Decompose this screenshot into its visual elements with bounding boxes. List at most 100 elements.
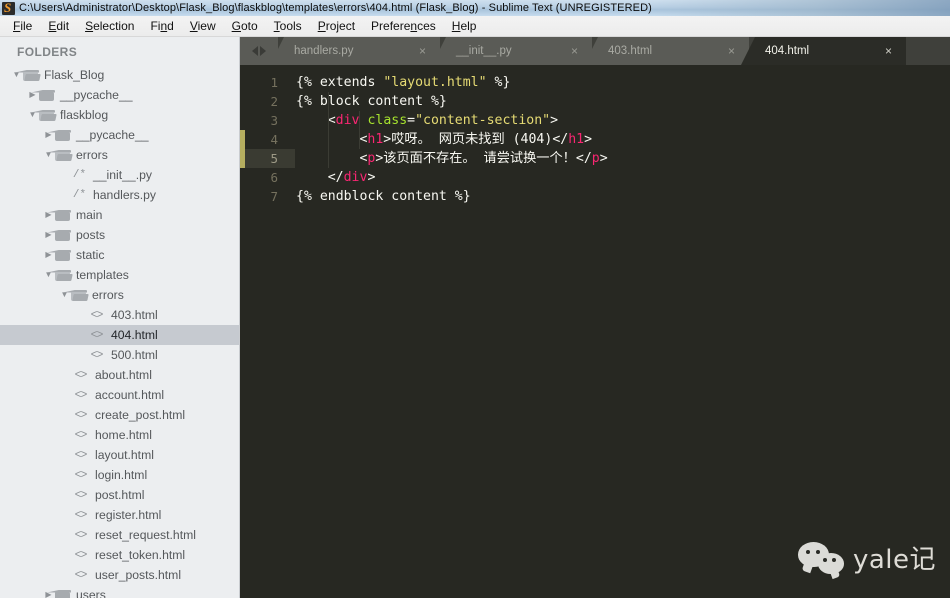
html-file-icon: <> [74,408,88,422]
chevron-down-icon[interactable]: ▼ [58,285,71,305]
tree-item--pycache-[interactable]: ▶ __pycache__ [0,125,239,145]
menu-item-preferences[interactable]: Preferences [363,17,444,35]
tree-item-flaskblog[interactable]: ▼ flaskblog [0,105,239,125]
code-line[interactable]: <p>该页面不存在。 请尝试换一个！</p> [359,149,607,168]
html-file-icon: <> [74,548,88,562]
chevron-down-icon[interactable]: ▼ [10,65,23,85]
menu-item-project[interactable]: Project [310,17,363,35]
tree-item-label: flaskblog [60,108,109,122]
tree-item-static[interactable]: ▶ static [0,245,239,265]
tree-item-flask-blog[interactable]: ▼ Flask_Blog [0,65,239,85]
tree-item-label: user_posts.html [95,568,182,582]
tree-item-post-html[interactable]: <> post.html [0,485,239,505]
tree-item-user-posts-html[interactable]: <> user_posts.html [0,565,239,585]
editor-tab--init-py[interactable]: __init__.py × [432,37,592,65]
code-line[interactable]: {% block content %} [296,92,447,111]
arrow-right-icon[interactable] [260,46,266,56]
folder-icon [47,229,71,241]
tab-label: __init__.py [456,45,512,57]
tree-item-label: __init__.py [93,168,152,182]
tab-close-icon[interactable]: × [728,44,735,58]
tree-item-label: home.html [95,428,152,442]
folder-icon [47,589,71,598]
tab-label: 404.html [765,45,810,57]
tab-close-icon[interactable]: × [885,44,892,58]
tree-item-reset-request-html[interactable]: <> reset_request.html [0,525,239,545]
tree-item-layout-html[interactable]: <> layout.html [0,445,239,465]
menu-item-edit[interactable]: Edit [40,17,77,35]
tree-item-404-html[interactable]: <> 404.html [0,325,239,345]
code-line[interactable]: <div class="content-section"> [328,111,558,130]
tree-item-users[interactable]: ▶ users [0,585,239,598]
html-file-icon: <> [74,488,88,502]
editor-tab-bar: handlers.py × __init__.py × 403.html × 404.htm… [240,37,950,65]
code-line[interactable]: {% extends "layout.html" %} [296,73,510,92]
tree-item-403-html[interactable]: <> 403.html [0,305,239,325]
html-file-icon: <> [74,368,88,382]
chevron-down-icon[interactable]: ▼ [42,265,55,285]
tree-item-label: errors [92,288,124,302]
tab-close-icon[interactable]: × [571,44,578,58]
menu-item-tools[interactable]: Tools [266,17,310,35]
menu-item-selection[interactable]: Selection [77,17,142,35]
folder-icon [47,129,71,141]
line-number: 7 [270,189,278,204]
tree-item-reset-token-html[interactable]: <> reset_token.html [0,545,239,565]
folder-open-icon [47,149,71,161]
code-content-area[interactable]: {% extends "layout.html" %} {% block cont… [288,65,950,598]
tab-close-icon[interactable]: × [419,44,426,58]
menu-item-view[interactable]: View [182,17,224,35]
folder-icon [47,209,71,221]
menu-item-help[interactable]: Help [444,17,485,35]
code-line[interactable]: </div> [328,168,376,187]
chevron-right-icon[interactable]: ▶ [42,225,55,245]
html-file-icon: <> [74,388,88,402]
chevron-right-icon[interactable]: ▶ [42,125,55,145]
tree-item-label: 404.html [111,328,158,342]
html-file-icon: <> [74,508,88,522]
chevron-down-icon[interactable]: ▼ [26,105,39,125]
tree-item-register-html[interactable]: <> register.html [0,505,239,525]
sidebar-file-tree[interactable]: FOLDERS ▼ Flask_Blog ▶ __pycache__ ▼ flaskblo… [0,37,240,598]
html-file-icon: <> [74,528,88,542]
tree-item-500-html[interactable]: <> 500.html [0,345,239,365]
folder-icon [47,249,71,261]
folder-tree: ▼ Flask_Blog ▶ __pycache__ ▼ flaskblog ▶ __pyca… [0,65,239,598]
chevron-down-icon[interactable]: ▼ [42,145,55,165]
tree-item-main[interactable]: ▶ main [0,205,239,225]
chevron-right-icon[interactable]: ▶ [42,245,55,265]
tree-item-errors[interactable]: ▼ errors [0,285,239,305]
chevron-right-icon[interactable]: ▶ [26,85,39,105]
editor-tab-403-html[interactable]: 403.html × [584,37,749,65]
arrow-left-icon[interactable] [252,46,258,56]
window-titlebar: C:\Users\Administrator\Desktop\Flask_Blo… [0,0,950,16]
tree-item-handlers-py[interactable]: /* handlers.py [0,185,239,205]
tree-item-login-html[interactable]: <> login.html [0,465,239,485]
code-line[interactable]: <h1>哎呀。 网页未找到 (404)</h1> [359,130,592,149]
tree-item-about-html[interactable]: <> about.html [0,365,239,385]
tree-item-templates[interactable]: ▼ templates [0,265,239,285]
sidebar-header: FOLDERS [17,45,78,59]
menu-item-file[interactable]: File [5,17,40,35]
html-file-icon: <> [74,468,88,482]
code-editor[interactable]: 1 2 3 4 5 6 7 {% extends "layout.html" %} {% bl… [240,65,950,598]
tree-item-home-html[interactable]: <> home.html [0,425,239,445]
line-number: 6 [270,170,278,185]
tree-item--pycache-[interactable]: ▶ __pycache__ [0,85,239,105]
tree-item-account-html[interactable]: <> account.html [0,385,239,405]
tree-item-label: __pycache__ [76,128,149,142]
chevron-right-icon[interactable]: ▶ [42,205,55,225]
tree-item--init-py[interactable]: /* __init__.py [0,165,239,185]
menu-item-goto[interactable]: Goto [224,17,266,35]
folder-open-icon [63,289,87,301]
tree-item-create-post-html[interactable]: <> create_post.html [0,405,239,425]
code-line[interactable]: {% endblock content %} [296,187,471,206]
editor-tab-404-html[interactable]: 404.html × [741,37,906,65]
menu-item-find[interactable]: Find [142,17,181,35]
html-file-icon: <> [74,448,88,462]
tree-item-errors[interactable]: ▼ errors [0,145,239,165]
tree-item-posts[interactable]: ▶ posts [0,225,239,245]
editor-tab-handlers-py[interactable]: handlers.py × [270,37,440,65]
tree-item-label: register.html [95,508,162,522]
tree-item-label: __pycache__ [60,88,133,102]
